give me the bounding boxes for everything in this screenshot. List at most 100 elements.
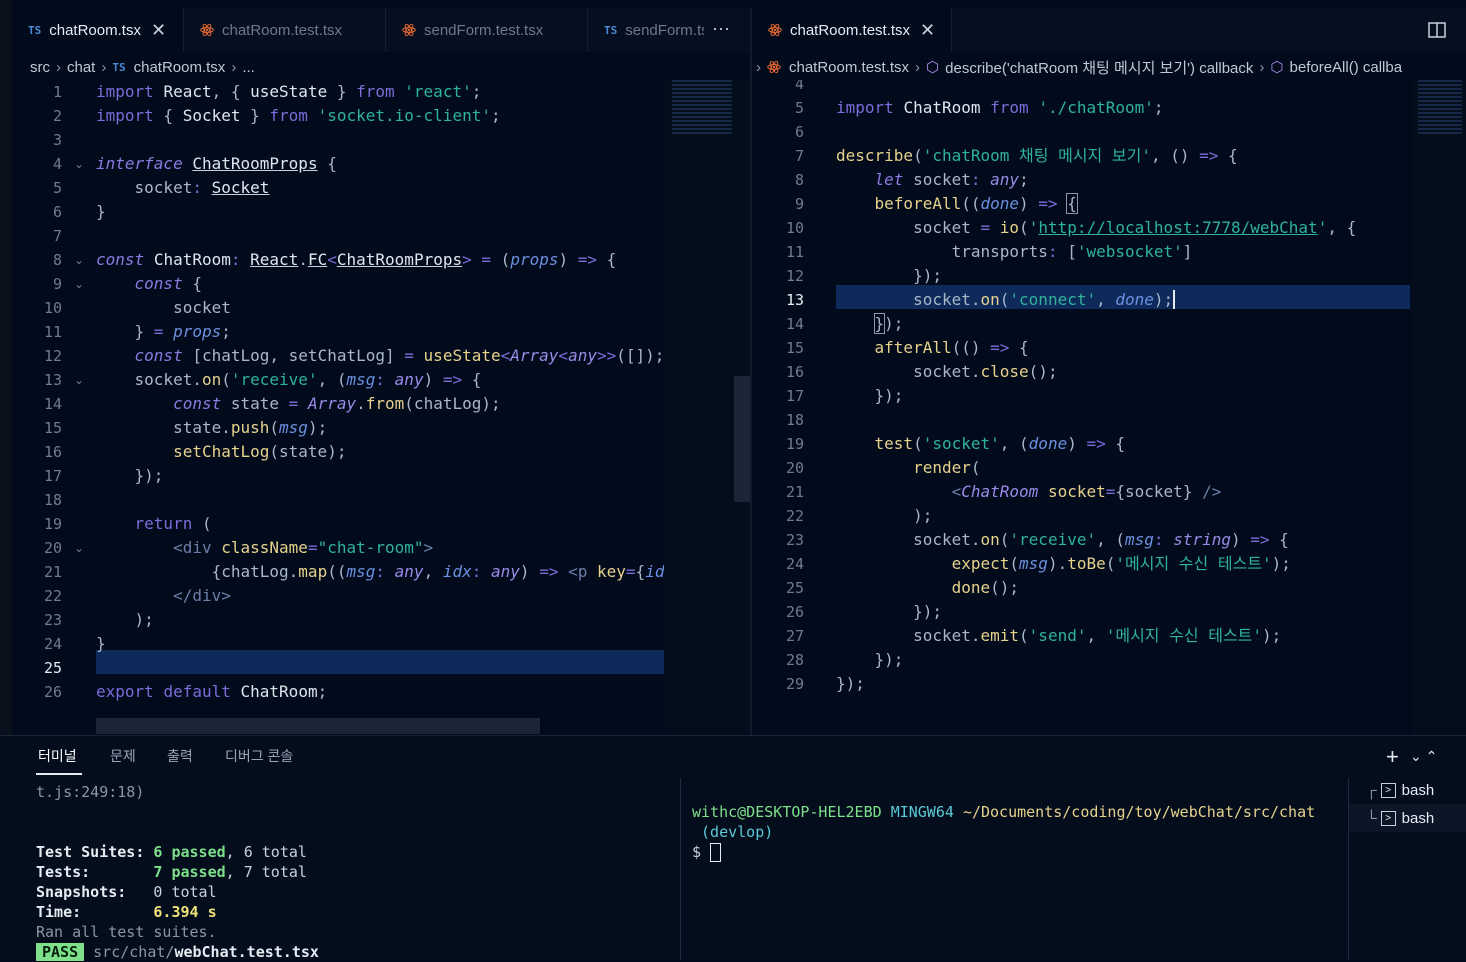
line-number: 13 bbox=[785, 291, 804, 309]
chevron-right-icon: › bbox=[1259, 58, 1265, 76]
breadcrumb-right: › chatRoom.test.tsx › ⬡ describe('chatRo… bbox=[756, 52, 1466, 82]
minimap[interactable] bbox=[666, 80, 750, 735]
horizontal-scrollbar[interactable] bbox=[96, 718, 540, 734]
terminal-icon: > bbox=[1380, 811, 1396, 826]
terminal-line: Ran all test suites. bbox=[36, 923, 217, 941]
code-line: let socket: any; bbox=[874, 170, 1029, 189]
code-line: afterAll(() => { bbox=[874, 338, 1029, 357]
fold-chevron-icon[interactable]: ⌄ bbox=[74, 368, 84, 392]
breadcrumb-chat[interactable]: chat bbox=[67, 59, 95, 76]
code-line: <ChatRoom socket={socket} /> bbox=[951, 482, 1222, 501]
breadcrumb-more[interactable]: ... bbox=[242, 59, 255, 76]
typescript-icon: TS bbox=[112, 60, 126, 74]
breadcrumb-describe[interactable]: describe('chatRoom 채팅 메시지 보기') callback bbox=[945, 57, 1253, 78]
terminal-line: Tests: 7 passed, 7 total bbox=[36, 863, 307, 881]
right-editor[interactable]: 4 5 import ChatRoom from './chatRoom'; 6… bbox=[752, 80, 1412, 735]
add-terminal-icon[interactable]: + bbox=[1386, 744, 1399, 770]
breadcrumb-src[interactable]: src bbox=[30, 59, 50, 76]
line-number: 4 bbox=[794, 80, 804, 93]
tab-label: chatRoom.test.tsx bbox=[790, 21, 911, 39]
breadcrumb-file[interactable]: chatRoom.tsx bbox=[134, 59, 226, 76]
code-line: expect(msg).toBe('메시지 수신 테스트'); bbox=[951, 554, 1291, 573]
code-line: }); bbox=[836, 674, 865, 693]
line-number: 20 bbox=[43, 539, 62, 557]
code-line: } bbox=[96, 634, 106, 653]
panel-tab-debug-console[interactable]: 디버그 콘솔 bbox=[225, 746, 293, 766]
code-line: } bbox=[96, 202, 106, 221]
split-editor-icon[interactable] bbox=[1428, 21, 1446, 39]
code-line: }); bbox=[836, 650, 904, 669]
more-actions-icon[interactable]: ··· bbox=[712, 18, 730, 39]
line-number: 14 bbox=[785, 315, 804, 333]
tab-label: sendForm.ts bbox=[625, 21, 704, 39]
line-number: 15 bbox=[785, 339, 804, 357]
tab-chatroom-tsx[interactable]: TS chatRoom.tsx ✕ bbox=[12, 8, 184, 52]
breadcrumb: src › chat › TS chatRoom.tsx › ... bbox=[30, 52, 730, 82]
pass-badge: PASS bbox=[36, 943, 85, 961]
code-line: }); bbox=[96, 466, 164, 485]
current-line-highlight bbox=[96, 650, 664, 674]
terminal-input-line[interactable]: $ bbox=[692, 842, 722, 862]
fold-chevron-icon[interactable]: ⌄ bbox=[74, 272, 84, 296]
code-line: const ChatRoom: React.FC<ChatRoomProps> … bbox=[96, 250, 617, 269]
tab-sendform-test-tsx[interactable]: sendForm.test.tsx bbox=[386, 8, 588, 52]
code-line: }); bbox=[836, 266, 942, 285]
code-line: const state = Array.from(chatLog); bbox=[173, 394, 501, 413]
cube-icon: ⬡ bbox=[926, 59, 940, 76]
line-number: 20 bbox=[785, 459, 804, 477]
line-number: 4 bbox=[52, 155, 62, 173]
line-number: 22 bbox=[785, 507, 804, 525]
terminal-line: Snapshots: 0 total bbox=[36, 883, 217, 901]
chevron-right-icon: › bbox=[56, 58, 61, 76]
panel-chevrons-icon[interactable]: ⌄ ⌃ bbox=[1410, 748, 1437, 765]
line-number: 8 bbox=[52, 251, 62, 269]
typescript-icon: TS bbox=[28, 23, 42, 37]
tab-chatroom-test-tsx[interactable]: chatRoom.test.tsx bbox=[184, 8, 386, 52]
code-line: <div className="chat-room"> bbox=[173, 538, 434, 557]
terminal-line: Time: 6.394 s bbox=[36, 903, 217, 921]
tab-chatroom-test-tsx-right[interactable]: chatRoom.test.tsx ✕ bbox=[752, 8, 952, 52]
terminal-splitter[interactable] bbox=[680, 778, 681, 960]
breadcrumb-beforeall[interactable]: beforeAll() callba bbox=[1290, 59, 1403, 76]
code-line: }); bbox=[836, 602, 942, 621]
fold-chevron-icon[interactable]: ⌄ bbox=[74, 536, 84, 560]
line-number: 19 bbox=[43, 515, 62, 533]
close-icon[interactable]: ✕ bbox=[920, 20, 935, 41]
react-icon bbox=[200, 23, 214, 37]
line-number: 2 bbox=[52, 107, 62, 125]
code-line: socket: Socket bbox=[96, 178, 270, 197]
code-line: export default ChatRoom; bbox=[96, 682, 328, 701]
panel-tab-output[interactable]: 출력 bbox=[167, 746, 193, 766]
tab-sendform-ts[interactable]: TS sendForm.ts bbox=[588, 8, 704, 52]
tab-label: chatRoom.test.tsx bbox=[222, 21, 343, 39]
minimap-right[interactable] bbox=[1412, 80, 1466, 735]
code-line: socket.on('receive', (msg: string) => { bbox=[836, 530, 1289, 549]
code-line: {chatLog.map((msg: any, idx: any) => <p … bbox=[96, 562, 664, 581]
code-line: socket = io('http://localhost:7778/webCh… bbox=[836, 218, 1357, 237]
terminal-item-bash-1[interactable]: ┌ > bash bbox=[1366, 782, 1434, 799]
terminal-item-bash-2[interactable]: └ > bash bbox=[1366, 810, 1434, 827]
code-line: setChatLog(state); bbox=[173, 442, 347, 461]
line-number: 25 bbox=[43, 659, 62, 677]
cursor bbox=[710, 843, 722, 862]
left-editor[interactable]: 1 import React, { useState } from 'react… bbox=[12, 80, 664, 735]
code-line: socket.emit('send', '메시지 수신 테스트'); bbox=[836, 626, 1282, 645]
panel-tab-terminal[interactable]: 터미널 bbox=[38, 746, 77, 766]
line-number: 27 bbox=[785, 627, 804, 645]
panel-tab-problems[interactable]: 문제 bbox=[110, 746, 136, 766]
code-line: return ( bbox=[134, 514, 212, 533]
scrollbar-thumb[interactable] bbox=[734, 376, 750, 502]
breadcrumb-file[interactable]: chatRoom.test.tsx bbox=[789, 59, 909, 76]
line-number: 16 bbox=[43, 443, 62, 461]
line-number: 12 bbox=[785, 267, 804, 285]
tree-branch-icon: ┌ bbox=[1366, 782, 1377, 799]
code-line: } = props; bbox=[96, 322, 231, 341]
code-line: import React, { useState } from 'react'; bbox=[96, 82, 482, 101]
code-line: ); bbox=[96, 610, 154, 629]
line-number: 24 bbox=[785, 555, 804, 573]
close-icon[interactable]: ✕ bbox=[151, 20, 166, 41]
line-number: 18 bbox=[785, 411, 804, 429]
fold-chevron-icon[interactable]: ⌄ bbox=[74, 248, 84, 272]
line-number: 22 bbox=[43, 587, 62, 605]
fold-chevron-icon[interactable]: ⌄ bbox=[74, 152, 84, 176]
